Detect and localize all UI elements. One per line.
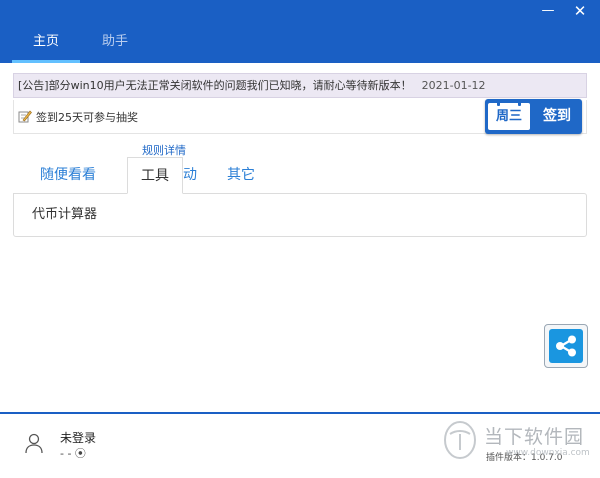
watermark-url: www.downxia.com <box>506 448 590 458</box>
watermark-text: 当下软件园 <box>484 426 585 448</box>
tools-panel: 代币计算器 <box>13 193 587 237</box>
rules-detail-link[interactable]: 规则详情 <box>142 142 186 158</box>
nav-tab-helper[interactable]: 助手 <box>90 22 140 63</box>
announcement-text: [公告]部分win10用户无法正常关闭软件的问题我们已知晓，请耐心等待新版本！ <box>18 79 412 92</box>
tab-browse[interactable]: 随便看看 <box>13 157 123 193</box>
signin-button[interactable]: 周三 签到 <box>485 99 582 134</box>
tab-others[interactable]: 其它 <box>213 157 269 193</box>
nav-tab-home[interactable]: 主页 <box>12 22 80 63</box>
signin-button-label: 签到 <box>543 108 571 124</box>
announcement-date: 2021-01-12 <box>421 79 486 92</box>
signin-reward-text: 签到25天可参与抽奖 <box>36 111 138 124</box>
top-nav: 主页 助手 <box>0 22 600 63</box>
pencil-icon <box>18 110 32 123</box>
share-button[interactable] <box>544 324 588 368</box>
title-bar: — ✕ <box>0 0 600 22</box>
user-icon <box>25 433 43 454</box>
token-calculator-item[interactable]: 代币计算器 <box>32 194 97 236</box>
close-icon[interactable]: ✕ <box>570 2 590 20</box>
points-display: - - ⦿ <box>60 447 86 460</box>
weekday-label: 周三 <box>495 109 522 124</box>
content-tabs: 随便看看 工具 活动 其它 <box>13 157 587 194</box>
tab-tools[interactable]: 工具 <box>127 157 183 194</box>
announcement-bar: [公告]部分win10用户无法正常关闭软件的问题我们已知晓，请耐心等待新版本！ 2… <box>13 73 587 98</box>
watermark-logo-icon <box>444 421 476 459</box>
login-status[interactable]: 未登录 <box>60 429 96 446</box>
share-icon <box>549 329 583 363</box>
site-watermark: 当下软件园 www.downxia.com <box>440 420 590 464</box>
calendar-icon: 周三 <box>488 100 530 130</box>
minimize-icon[interactable]: — <box>538 2 558 20</box>
